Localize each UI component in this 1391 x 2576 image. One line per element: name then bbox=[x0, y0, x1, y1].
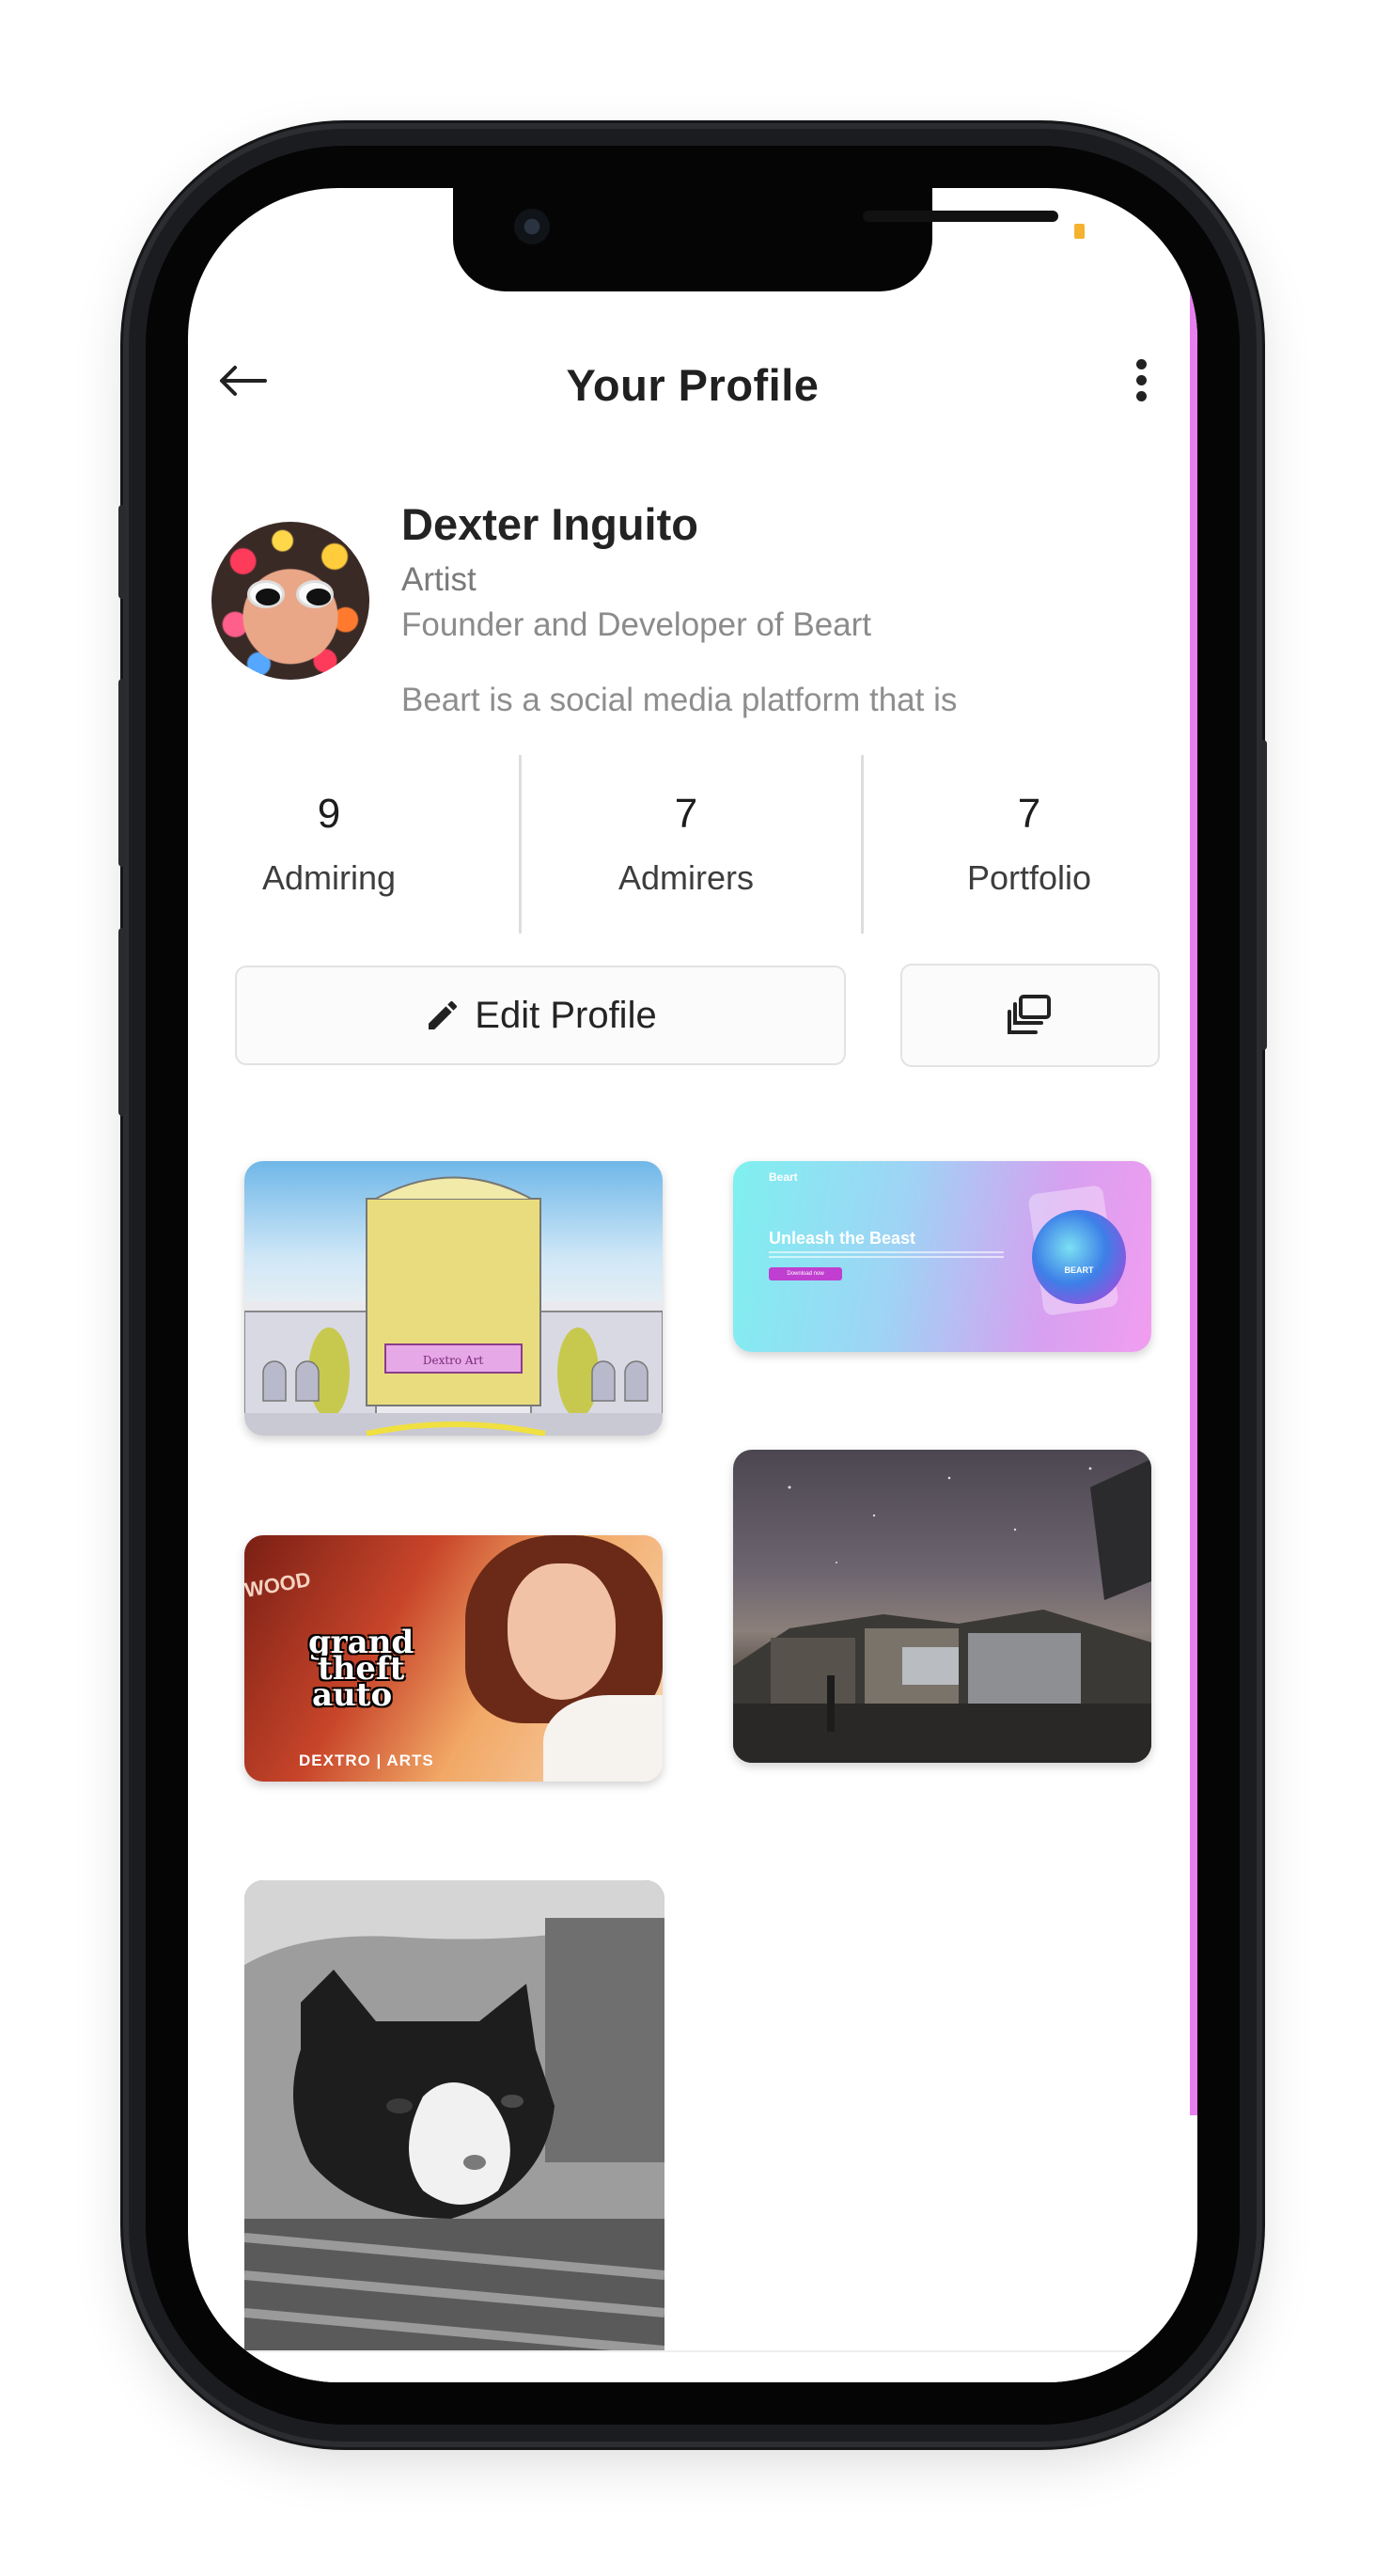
portfolio-item-night-photo[interactable] bbox=[733, 1450, 1151, 1763]
wood-sign: WOOD bbox=[244, 1567, 313, 1602]
app-header: Your Profile bbox=[188, 338, 1197, 423]
earpiece-speaker bbox=[863, 211, 1058, 222]
side-button-volume-up bbox=[118, 679, 126, 867]
notch bbox=[453, 188, 1058, 291]
more-vertical-icon[interactable] bbox=[1132, 359, 1150, 404]
beart-badge-label: BEART bbox=[1064, 1265, 1094, 1275]
status-indicator bbox=[1074, 224, 1085, 239]
gta-logo: grand theft auto bbox=[308, 1626, 414, 1711]
stat-divider bbox=[519, 755, 522, 934]
edit-profile-label: Edit Profile bbox=[475, 994, 657, 1036]
profile-name: Dexter Inguito bbox=[401, 499, 698, 549]
stat-label: Portfolio bbox=[966, 858, 1092, 897]
gallery-stack-icon bbox=[1008, 995, 1051, 1034]
profile-info: Dexter Inguito Artist Founder and Develo… bbox=[401, 498, 1172, 719]
system-navbar bbox=[188, 2352, 1197, 2382]
artist-signature: DEXTRO | ARTS bbox=[299, 1751, 434, 1769]
profile-role: Artist bbox=[401, 561, 477, 598]
stat-admiring[interactable]: 9 Admiring bbox=[216, 755, 442, 934]
cat-photo bbox=[244, 1880, 664, 2350]
page-title: Your Profile bbox=[566, 360, 820, 410]
art-caption: Dextro Art bbox=[423, 1354, 483, 1367]
portfolio-item-cat-photo[interactable] bbox=[244, 1880, 664, 2350]
profile-tagline: Founder and Developer of Beart bbox=[401, 606, 872, 643]
side-button-power bbox=[1259, 740, 1267, 1050]
edit-profile-button[interactable]: Edit Profile bbox=[235, 966, 846, 1065]
profile-stats: 9 Admiring 7 Admirers 7 Portfolio bbox=[216, 755, 1156, 934]
portfolio-item-beart-banner[interactable]: Beart Unleash the Beast Download now BEA… bbox=[733, 1161, 1151, 1352]
scroll-accent-bar bbox=[1190, 273, 1197, 2115]
stat-portfolio[interactable]: 7 Portfolio bbox=[912, 755, 1147, 934]
beart-logo-badge: BEART bbox=[1032, 1210, 1126, 1304]
portrait-face bbox=[508, 1563, 616, 1700]
avatar[interactable] bbox=[211, 522, 369, 680]
side-button-volume-down bbox=[118, 928, 126, 1116]
pencil-icon bbox=[429, 1000, 458, 1029]
building-illustration: Dextro Art bbox=[244, 1176, 663, 1436]
banner-brand: Beart bbox=[769, 1170, 798, 1184]
stat-admirers[interactable]: 7 Admirers bbox=[569, 755, 804, 934]
side-button-mute bbox=[118, 505, 126, 599]
front-camera bbox=[514, 209, 550, 244]
gallery-view-button[interactable] bbox=[900, 964, 1160, 1067]
profile-bio: Beart is a social media platform that is bbox=[401, 682, 958, 718]
stat-divider bbox=[861, 755, 864, 934]
stat-label: Admiring bbox=[261, 858, 397, 897]
phone-frame: Your Profile Dexter Inguito Artist Found… bbox=[118, 129, 1267, 2442]
stat-label: Admirers bbox=[617, 858, 755, 897]
portfolio-item-building-art[interactable]: Dextro Art bbox=[244, 1161, 663, 1436]
screen: Your Profile Dexter Inguito Artist Found… bbox=[188, 188, 1197, 2382]
stat-value: 7 bbox=[1017, 791, 1041, 837]
banner-heading: Unleash the Beast bbox=[769, 1229, 916, 1248]
banner-body-text bbox=[769, 1251, 1004, 1263]
portfolio-item-gta-art[interactable]: WOOD grand theft auto DEXTRO | ARTS bbox=[244, 1535, 663, 1782]
night-sky-photo bbox=[733, 1459, 1151, 1763]
stat-value: 7 bbox=[674, 791, 698, 837]
avatar-glasses bbox=[247, 580, 334, 608]
stat-value: 9 bbox=[317, 791, 341, 837]
banner-download-button: Download now bbox=[769, 1267, 842, 1280]
